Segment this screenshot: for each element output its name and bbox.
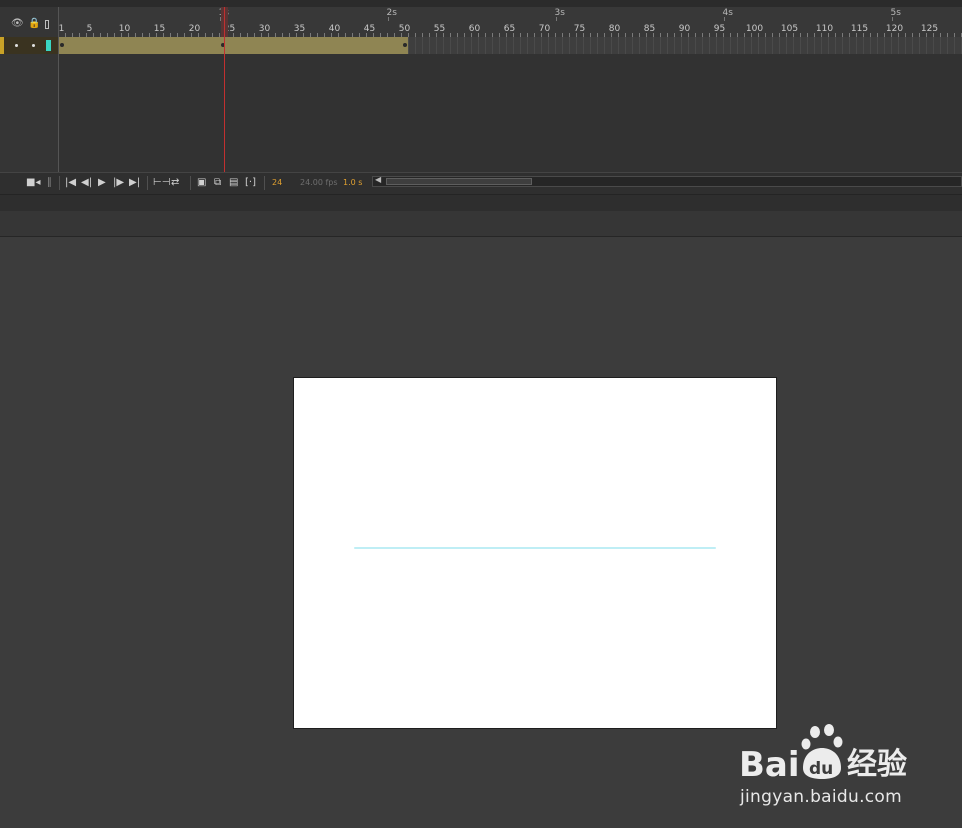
layer-row[interactable]	[0, 37, 58, 54]
layer-lock-dot[interactable]	[32, 44, 35, 47]
seconds-row: 1s2s3s4s5s	[58, 7, 962, 21]
step-forward-icon[interactable]: |▶	[113, 177, 124, 189]
layer-list-empty	[0, 54, 58, 172]
timeline-empty-area	[58, 54, 962, 172]
outline-icon[interactable]	[45, 20, 49, 29]
pin-icon[interactable]: ∥	[47, 177, 52, 189]
separator	[190, 176, 191, 190]
current-frame[interactable]: 24	[272, 178, 282, 188]
svg-text:经验: 经验	[847, 747, 907, 782]
center-frame-icon[interactable]: ⊢⊣	[153, 177, 170, 189]
separator	[147, 176, 148, 190]
baidu-jingyan-logo: Bai du 经验	[739, 724, 907, 782]
camera-icon[interactable]: ■◂	[26, 177, 40, 189]
edit-multiple-icon[interactable]: ▤	[229, 177, 238, 189]
svg-text:du: du	[809, 759, 833, 779]
line-shape[interactable]	[354, 547, 716, 549]
keyframe[interactable]	[60, 43, 64, 47]
scroll-left-icon[interactable]: ◀	[375, 175, 381, 184]
first-frame-icon[interactable]: |◀	[65, 177, 76, 189]
layer-color-swatch[interactable]	[46, 40, 51, 51]
layer-visibility-dot[interactable]	[15, 44, 18, 47]
frame-rate[interactable]: 24.00 fps	[300, 178, 338, 188]
onion-skin-icon[interactable]: ▣	[197, 177, 206, 189]
onion-outline-icon[interactable]: ⧉	[214, 177, 221, 189]
playhead-line[interactable]	[224, 7, 225, 172]
stage-canvas[interactable]	[293, 377, 777, 729]
keyframe[interactable]	[403, 43, 407, 47]
second-marker-tick	[387, 17, 389, 21]
separator	[59, 176, 60, 190]
eye-icon[interactable]: 👁	[11, 19, 24, 29]
second-marker-tick	[723, 17, 725, 21]
lock-icon[interactable]: 🔒	[28, 19, 40, 29]
layer-header: 👁 🔒	[0, 7, 58, 37]
panel-divider[interactable]	[0, 194, 962, 212]
onion-markers-icon[interactable]: [·]	[245, 177, 256, 189]
loop-icon[interactable]: ⇄	[171, 177, 179, 189]
timeline-top-strip	[0, 0, 962, 7]
last-frame-icon[interactable]: ▶|	[129, 177, 140, 189]
watermark-url: jingyan.baidu.com	[740, 787, 902, 807]
edit-bar	[0, 211, 962, 237]
elapsed-time[interactable]: 1.0 s	[343, 178, 362, 188]
timeline-scrollbar[interactable]: ◀	[372, 175, 962, 187]
motion-tween-span[interactable]	[58, 37, 408, 54]
frame-ruler[interactable]: 1s2s3s4s5s 15101520253035404550556065707…	[58, 7, 962, 37]
second-marker-tick	[891, 17, 893, 21]
layer-divider	[58, 7, 59, 193]
svg-text:Bai: Bai	[739, 745, 800, 782]
scroll-thumb[interactable]	[386, 178, 532, 185]
separator	[264, 176, 265, 190]
second-marker-tick	[555, 17, 557, 21]
layer-selected-indicator	[0, 37, 4, 54]
timeline-panel: 👁 🔒 1s2s3s4s5s 1510152025303540455055606…	[0, 0, 962, 194]
play-icon[interactable]: ▶	[98, 177, 106, 189]
layer-frames[interactable]	[58, 37, 962, 54]
step-back-icon[interactable]: ◀|	[81, 177, 92, 189]
